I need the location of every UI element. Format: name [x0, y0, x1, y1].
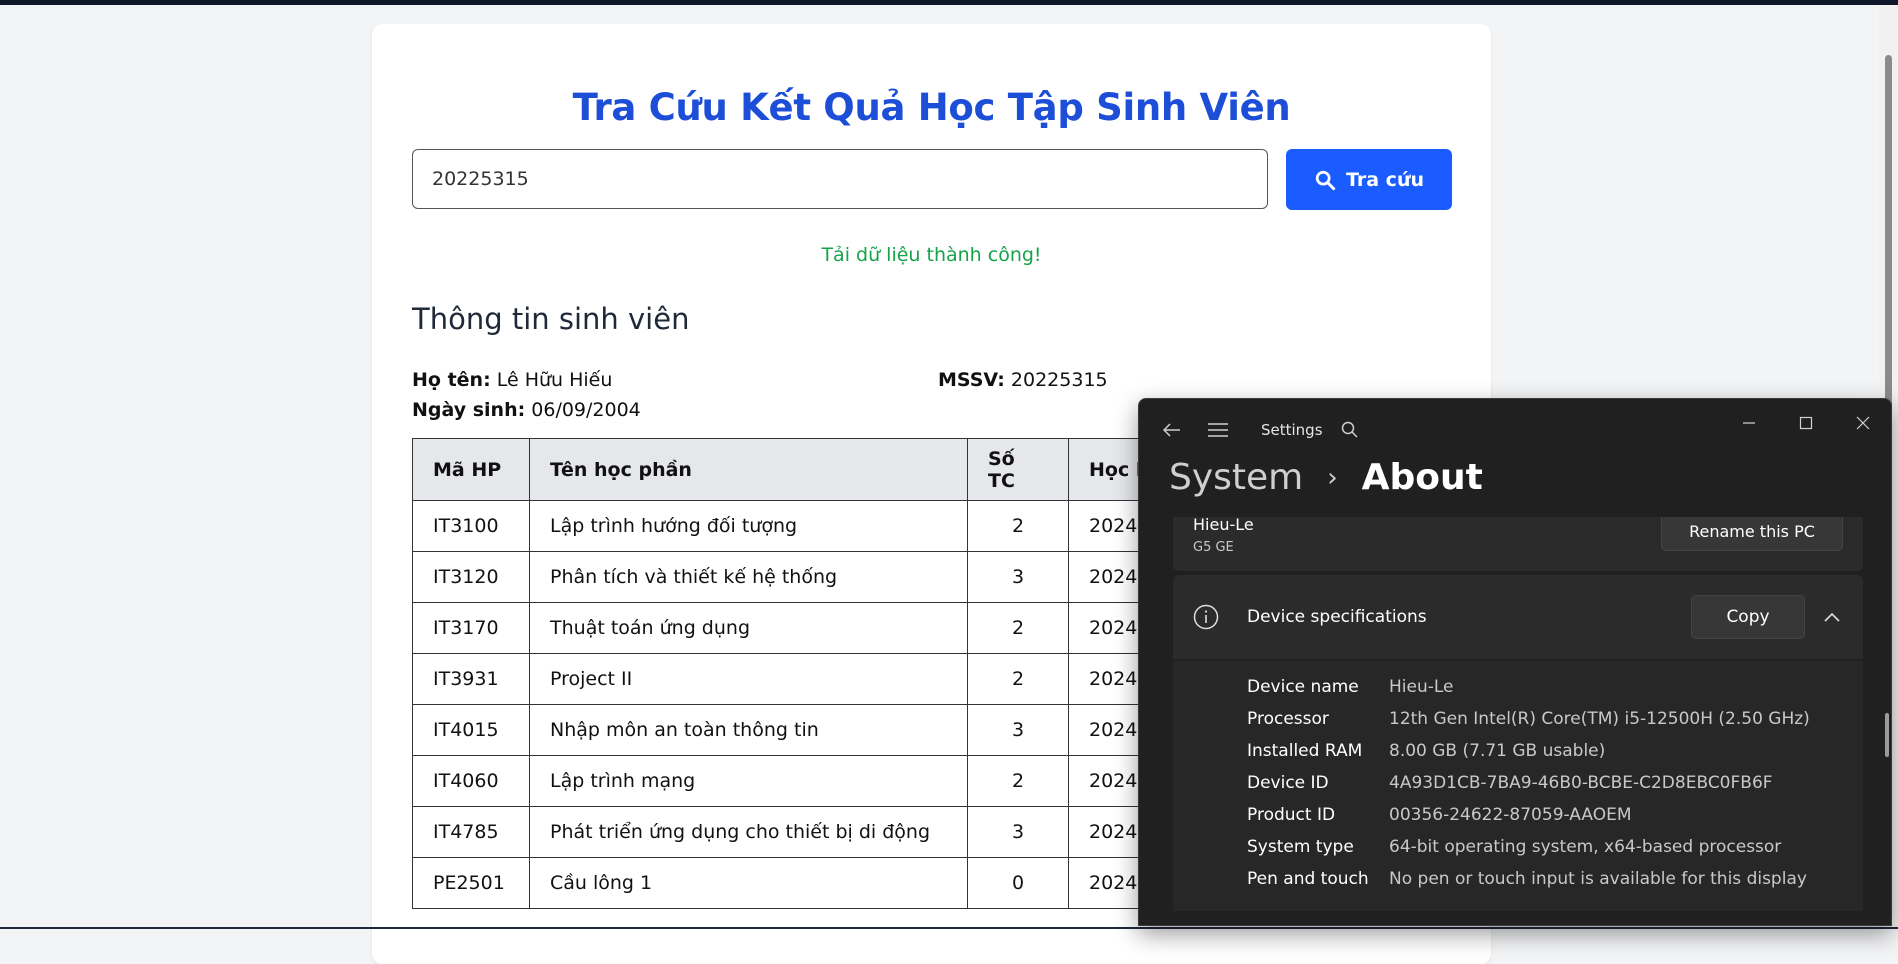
- back-arrow-icon[interactable]: [1159, 421, 1185, 439]
- course-code: IT4015: [412, 704, 530, 756]
- col-credits: Số TC: [967, 438, 1069, 501]
- course-name: Lập trình hướng đối tượng: [529, 500, 968, 552]
- settings-breadcrumb: System › About: [1169, 457, 1483, 498]
- table-row: IT3100 Lập trình hướng đối tượng 2 2024: [412, 500, 1249, 552]
- course-credits: 2: [967, 500, 1069, 552]
- spec-label: Installed RAM: [1247, 741, 1363, 761]
- student-id-search-input[interactable]: [412, 149, 1268, 209]
- student-info-heading: Thông tin sinh viên: [412, 302, 690, 336]
- spec-value: No pen or touch input is available for t…: [1389, 869, 1807, 889]
- grades-table: Mã HP Tên học phần Số TC Học k IT3100 Lậ…: [412, 438, 1249, 909]
- course-name: Phân tích và thiết kế hệ thống: [529, 551, 968, 603]
- device-specs-header[interactable]: Device specifications Copy: [1173, 575, 1863, 659]
- spec-label: Product ID: [1247, 805, 1336, 825]
- settings-app-title: Settings: [1261, 421, 1323, 439]
- spec-value: 4A93D1CB-7BA9-46B0-BCBE-C2D8EBC0FB6F: [1389, 773, 1773, 793]
- table-row: PE2501 Cầu lông 1 0 2024: [412, 857, 1249, 909]
- pc-model: G5 GE: [1193, 540, 1234, 555]
- course-code: IT3931: [412, 653, 530, 705]
- course-credits: 3: [967, 806, 1069, 858]
- search-button[interactable]: Tra cứu: [1286, 149, 1452, 210]
- course-code: IT3170: [412, 602, 530, 654]
- info-icon: [1192, 603, 1220, 631]
- settings-titlebar: Settings: [1139, 399, 1891, 459]
- rename-pc-button[interactable]: Rename this PC: [1661, 517, 1843, 551]
- student-dob: Ngày sinh: 06/09/2004: [412, 399, 641, 421]
- col-course-code: Mã HP: [412, 438, 530, 501]
- spec-value: 12th Gen Intel(R) Core(TM) i5-12500H (2.…: [1389, 709, 1810, 729]
- student-dob-value: 06/09/2004: [531, 399, 641, 421]
- pc-name: Hieu-Le: [1193, 517, 1254, 534]
- student-name-value: Lê Hữu Hiếu: [496, 369, 613, 391]
- spec-value: 64-bit operating system, x64-based proce…: [1389, 837, 1782, 857]
- page-title: Tra Cứu Kết Quả Học Tập Sinh Viên: [572, 86, 1291, 129]
- course-name: Thuật toán ứng dụng: [529, 602, 968, 654]
- student-dob-label: Ngày sinh:: [412, 399, 526, 421]
- course-code: IT3100: [412, 500, 530, 552]
- minimize-icon[interactable]: [1729, 409, 1769, 437]
- course-code: IT3120: [412, 551, 530, 603]
- spec-label: Device name: [1247, 677, 1359, 697]
- student-name-label: Họ tên:: [412, 369, 491, 391]
- close-icon[interactable]: [1843, 409, 1883, 437]
- search-icon[interactable]: [1339, 419, 1359, 439]
- spec-value: Hieu-Le: [1389, 677, 1454, 697]
- search-button-label: Tra cứu: [1346, 168, 1424, 191]
- course-credits: 2: [967, 602, 1069, 654]
- course-credits: 2: [967, 653, 1069, 705]
- course-name: Cầu lông 1: [529, 857, 968, 909]
- course-name: Lập trình mạng: [529, 755, 968, 807]
- settings-window: Settings System › About Hieu-Le G5 GE Re…: [1138, 398, 1892, 926]
- browser-top-edge: [0, 0, 1898, 5]
- course-code: PE2501: [412, 857, 530, 909]
- spec-label: Processor: [1247, 709, 1329, 729]
- course-credits: 3: [967, 551, 1069, 603]
- table-header-row: Mã HP Tên học phần Số TC Học k: [412, 438, 1249, 501]
- course-credits: 0: [967, 857, 1069, 909]
- student-name: Họ tên: Lê Hữu Hiếu: [412, 369, 612, 391]
- maximize-icon[interactable]: [1786, 409, 1826, 437]
- course-name: Nhập môn an toàn thông tin: [529, 704, 968, 756]
- table-row: IT3170 Thuật toán ứng dụng 2 2024: [412, 602, 1249, 654]
- device-specs-list: Device name Hieu-Le Processor 12th Gen I…: [1173, 661, 1863, 911]
- course-code: IT4060: [412, 755, 530, 807]
- table-row: IT4785 Phát triển ứng dụng cho thiết bị …: [412, 806, 1249, 858]
- settings-scrollbar[interactable]: [1885, 713, 1889, 757]
- spec-label: Pen and touch: [1247, 869, 1369, 889]
- course-credits: 3: [967, 704, 1069, 756]
- student-id: MSSV: 20225315: [938, 369, 1108, 391]
- spec-value: 00356-24622-87059-AAOEM: [1389, 805, 1632, 825]
- pc-name-card: Hieu-Le G5 GE Rename this PC: [1173, 517, 1863, 571]
- search-icon: [1314, 169, 1336, 191]
- course-code: IT4785: [412, 806, 530, 858]
- breadcrumb-system[interactable]: System: [1169, 457, 1303, 498]
- student-id-value: 20225315: [1010, 369, 1108, 391]
- spec-label: System type: [1247, 837, 1354, 857]
- chevron-up-icon[interactable]: [1818, 603, 1846, 631]
- table-row: IT3120 Phân tích và thiết kế hệ thống 3 …: [412, 551, 1249, 603]
- table-row: IT3931 Project II 2 2024: [412, 653, 1249, 705]
- device-specs-title: Device specifications: [1247, 607, 1427, 627]
- col-course-name: Tên học phần: [529, 438, 968, 501]
- copy-specs-button[interactable]: Copy: [1691, 595, 1805, 639]
- course-name: Phát triển ứng dụng cho thiết bị di động: [529, 806, 968, 858]
- breadcrumb-chevron-icon: ›: [1327, 462, 1338, 493]
- settings-content: Hieu-Le G5 GE Rename this PC Device spec…: [1139, 517, 1891, 925]
- hamburger-menu-icon[interactable]: [1207, 421, 1229, 439]
- course-credits: 2: [967, 755, 1069, 807]
- table-row: IT4060 Lập trình mạng 2 2024: [412, 755, 1249, 807]
- breadcrumb-about: About: [1361, 457, 1483, 498]
- spec-value: 8.00 GB (7.71 GB usable): [1389, 741, 1606, 761]
- table-row: IT4015 Nhập môn an toàn thông tin 3 2024: [412, 704, 1249, 756]
- spec-label: Device ID: [1247, 773, 1329, 793]
- course-name: Project II: [529, 653, 968, 705]
- student-id-label: MSSV:: [938, 369, 1005, 391]
- status-message: Tải dữ liệu thành công!: [821, 244, 1042, 266]
